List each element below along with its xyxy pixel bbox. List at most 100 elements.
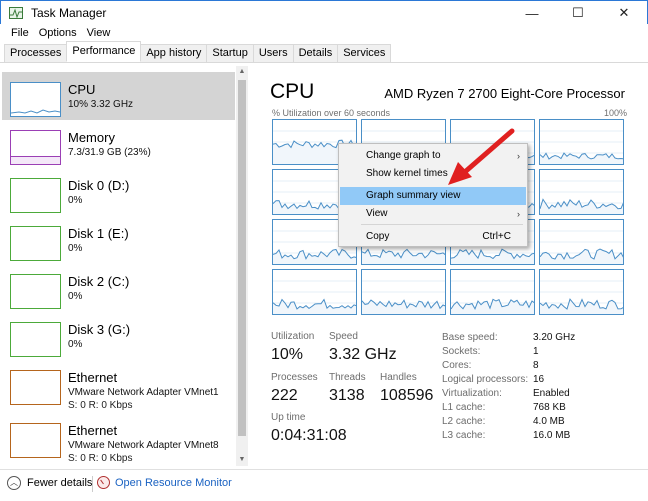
sidebar-item-memory[interactable]: Memory 7.3/31.9 GB (23%) (2, 120, 235, 168)
tab-details[interactable]: Details (292, 44, 339, 62)
task-manager-icon (9, 6, 23, 19)
menu-item-graph-summary-view[interactable]: Graph summary view (340, 187, 526, 205)
sidebar-item-disk-0[interactable]: Disk 0 (D:) 0% (2, 168, 235, 216)
submenu-arrow-icon: › (517, 209, 520, 219)
scroll-down-icon[interactable]: ▼ (236, 454, 248, 466)
menu-options[interactable]: Options (34, 27, 82, 39)
tab-users[interactable]: Users (252, 44, 294, 62)
menu-item-show-kernel-times[interactable]: Show kernel times (340, 165, 526, 183)
sidebar-item-label: Ethernet (68, 370, 118, 385)
info-value-l3-cache: 16.0 MB (533, 430, 571, 441)
disk-thumbnail-graph (10, 274, 61, 309)
menu-item-label: View (366, 208, 388, 219)
logical-processor-graph[interactable] (539, 269, 624, 315)
sidebar-item-detail: 0% (68, 195, 83, 206)
tab-strip: Processes Performance App history Startu… (0, 41, 648, 63)
info-label-sockets: Sockets: (442, 346, 481, 357)
tab-startup[interactable]: Startup (206, 44, 254, 62)
info-value-logical-processors: 16 (533, 374, 545, 385)
sidebar-item-disk-2[interactable]: Disk 2 (C:) 0% (2, 264, 235, 312)
memory-thumbnail-graph (10, 130, 61, 165)
sidebar-scrollbar[interactable]: ▲ ▼ (236, 66, 248, 466)
speed-label: Speed (329, 331, 358, 342)
title-bar: Task Manager — ☐ ✕ (0, 0, 648, 24)
utilization-value: 10% (271, 346, 304, 363)
chevron-up-icon: ︿ (7, 476, 21, 490)
menu-item-label: Graph summary view (366, 190, 461, 201)
ethernet-thumbnail-graph (10, 423, 61, 458)
tab-performance[interactable]: Performance (66, 41, 142, 62)
disk-thumbnail-graph (10, 226, 61, 261)
tab-app-history[interactable]: App history (140, 44, 208, 62)
handles-label: Handles (380, 372, 417, 383)
sidebar-item-label: Disk 2 (C:) (68, 274, 130, 289)
info-value-virtualization: Enabled (533, 388, 570, 399)
page-title: CPU (270, 80, 315, 103)
sidebar-item-ethernet-vmnet1[interactable]: Ethernet VMware Network Adapter VMnet1 S… (2, 360, 235, 411)
menu-item-label: Copy (366, 231, 390, 242)
menu-item-label: Show kernel times (366, 168, 448, 179)
fewer-details-label: Fewer details (27, 477, 93, 489)
disk-thumbnail-graph (10, 322, 61, 357)
logical-processor-graph[interactable] (450, 269, 535, 315)
menu-bar: File Options View (0, 24, 648, 42)
scroll-up-icon[interactable]: ▲ (236, 66, 248, 78)
sidebar-item-label: Disk 3 (G:) (68, 322, 131, 337)
footer-bar: ︿ Fewer details Open Resource Monitor (0, 469, 648, 501)
menu-item-copy[interactable]: Copy Ctrl+C (340, 228, 526, 246)
info-label-logical-processors: Logical processors: (442, 374, 529, 385)
menu-view[interactable]: View (82, 27, 116, 39)
resource-sidebar: CPU 10% 3.32 GHz Memory 7.3/31.9 GB (23%… (2, 66, 235, 466)
scrollbar-thumb[interactable] (238, 80, 246, 436)
logical-processor-graph[interactable] (539, 169, 624, 215)
uptime-value: 0:04:31:08 (271, 427, 347, 444)
logical-processor-graph[interactable] (272, 269, 357, 315)
sidebar-item-cpu[interactable]: CPU 10% 3.32 GHz (2, 72, 235, 120)
tab-services[interactable]: Services (337, 44, 392, 62)
minimize-button[interactable]: — (509, 1, 555, 25)
sidebar-item-detail: 0% (68, 243, 83, 254)
logical-processor-graph[interactable] (539, 119, 624, 165)
sidebar-item-disk-3[interactable]: Disk 3 (G:) 0% (2, 312, 235, 360)
menu-item-label: Change graph to (366, 150, 441, 161)
sidebar-item-detail: VMware Network Adapter VMnet8 (68, 440, 219, 451)
info-label-l1-cache: L1 cache: (442, 402, 486, 413)
logical-processor-graph[interactable] (539, 219, 624, 265)
sidebar-item-detail: VMware Network Adapter VMnet1 (68, 387, 219, 398)
cpu-thumbnail-graph (10, 82, 61, 117)
open-resource-monitor-link[interactable]: Open Resource Monitor (97, 476, 232, 489)
info-label-virtualization: Virtualization: (442, 388, 502, 399)
processes-value: 222 (271, 387, 298, 404)
sidebar-item-detail: 7.3/31.9 GB (23%) (68, 147, 151, 158)
info-value-sockets: 1 (533, 346, 539, 357)
speed-value: 3.32 GHz (329, 346, 397, 363)
sidebar-item-label: Memory (68, 130, 115, 145)
resource-monitor-label: Open Resource Monitor (115, 476, 232, 489)
utilization-label: Utilization (271, 331, 315, 342)
tab-processes[interactable]: Processes (4, 44, 68, 62)
processes-label: Processes (271, 372, 318, 383)
menu-item-shortcut: Ctrl+C (482, 231, 511, 242)
maximize-button[interactable]: ☐ (555, 1, 601, 25)
info-value-l2-cache: 4.0 MB (533, 416, 565, 427)
info-label-base-speed: Base speed: (442, 332, 498, 343)
menu-separator (361, 224, 523, 225)
fewer-details-button[interactable]: ︿ Fewer details (7, 476, 92, 490)
close-button[interactable]: ✕ (601, 1, 647, 25)
menu-item-change-graph-to[interactable]: Change graph to › (340, 147, 526, 165)
resource-monitor-icon (97, 476, 110, 489)
threads-label: Threads (329, 372, 366, 383)
info-value-base-speed: 3.20 GHz (533, 332, 576, 343)
sidebar-item-ethernet-vmnet8[interactable]: Ethernet VMware Network Adapter VMnet8 S… (2, 413, 235, 464)
threads-value: 3138 (329, 387, 365, 404)
menu-item-view[interactable]: View › (340, 205, 526, 223)
sidebar-item-throughput: S: 0 R: 0 Kbps (68, 400, 133, 411)
sidebar-item-detail: 0% (68, 291, 83, 302)
info-label-l2-cache: L2 cache: (442, 416, 486, 427)
menu-file[interactable]: File (6, 27, 34, 39)
uptime-label: Up time (271, 412, 306, 423)
sidebar-item-detail: 10% 3.32 GHz (68, 99, 134, 110)
info-value-cores: 8 (533, 360, 539, 371)
logical-processor-graph[interactable] (361, 269, 446, 315)
sidebar-item-disk-1[interactable]: Disk 1 (E:) 0% (2, 216, 235, 264)
